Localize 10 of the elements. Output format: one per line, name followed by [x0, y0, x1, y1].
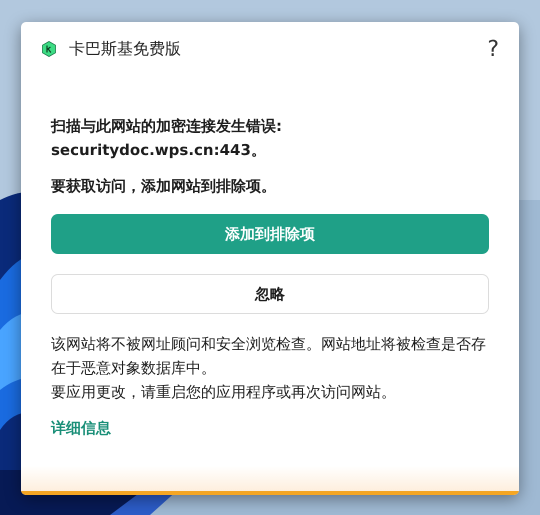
error-message: 扫描与此网站的加密连接发生错误:	[51, 116, 283, 137]
note-text: 要应用更改，请重启您的应用程序或再次访问网站。	[51, 382, 397, 403]
error-message: securitydoc.wps.cn:443。	[51, 140, 267, 161]
ignore-button[interactable]: 忽略	[51, 274, 489, 314]
hexagon-logo-icon	[41, 41, 57, 57]
note-text: 该网站将不被网址顾问和安全浏览检查。网站地址将被检查是否存在于恶意对象数据库中。	[51, 334, 487, 379]
instruction-text: 要获取访问，添加网站到排除项。	[51, 176, 277, 197]
window-title: 卡巴斯基免费版	[69, 38, 182, 60]
details-link[interactable]: 详细信息	[51, 419, 111, 438]
help-button[interactable]: ?	[487, 36, 499, 62]
